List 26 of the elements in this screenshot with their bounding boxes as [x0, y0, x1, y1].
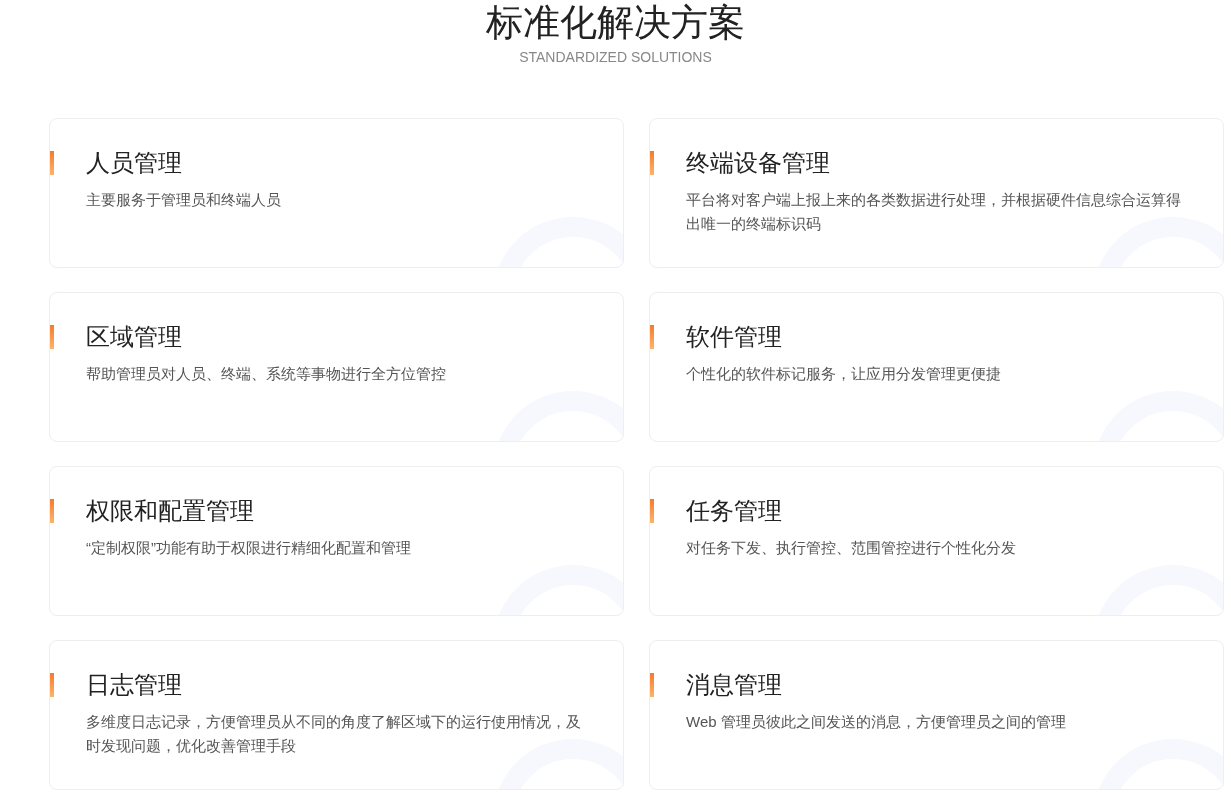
card-title: 日志管理 — [86, 670, 183, 700]
card-title: 人员管理 — [86, 148, 183, 178]
card-description: 主要服务于管理员和终端人员 — [86, 190, 282, 210]
accent-bar — [50, 499, 54, 523]
card-title: 消息管理 — [686, 670, 783, 700]
card-description: “定制权限”功能有助于权限进行精细化配置和管理 — [86, 538, 412, 558]
card-title: 权限和配置管理 — [86, 496, 255, 526]
accent-bar — [50, 673, 54, 697]
card-description: Web 管理员彼此之间发送的消息，方便管理员之间的管理 — [686, 712, 1067, 732]
card-description: 平台将对客户端上报上来的各类数据进行处理，并根据硬件信息综合运算得出唯一的终端标识码 — [686, 190, 1182, 234]
card-description: 帮助管理员对人员、终端、系统等事物进行全方位管控 — [86, 364, 447, 384]
card-title: 软件管理 — [686, 322, 783, 352]
accent-bar — [650, 499, 654, 523]
accent-bar — [650, 325, 654, 349]
section-title: 标准化解决方案 — [486, 1, 745, 45]
accent-bar — [650, 151, 654, 175]
accent-bar — [50, 325, 54, 349]
card-title: 终端设备管理 — [686, 148, 831, 178]
card-title: 区域管理 — [86, 322, 183, 352]
card-description: 个性化的软件标记服务，让应用分发管理更便捷 — [686, 364, 1002, 384]
card-description: 多维度日志记录，方便管理员从不同的角度了解区域下的运行使用情况，及时发现问题，优化改善管理手段 — [86, 712, 582, 756]
card-description: 对任务下发、执行管控、范围管控进行个性化分发 — [686, 538, 1017, 558]
accent-bar — [50, 151, 54, 175]
section-subtitle: STANDARDIZED SOLUTIONS — [519, 48, 712, 67]
card-title: 任务管理 — [686, 496, 783, 526]
accent-bar — [650, 673, 654, 697]
